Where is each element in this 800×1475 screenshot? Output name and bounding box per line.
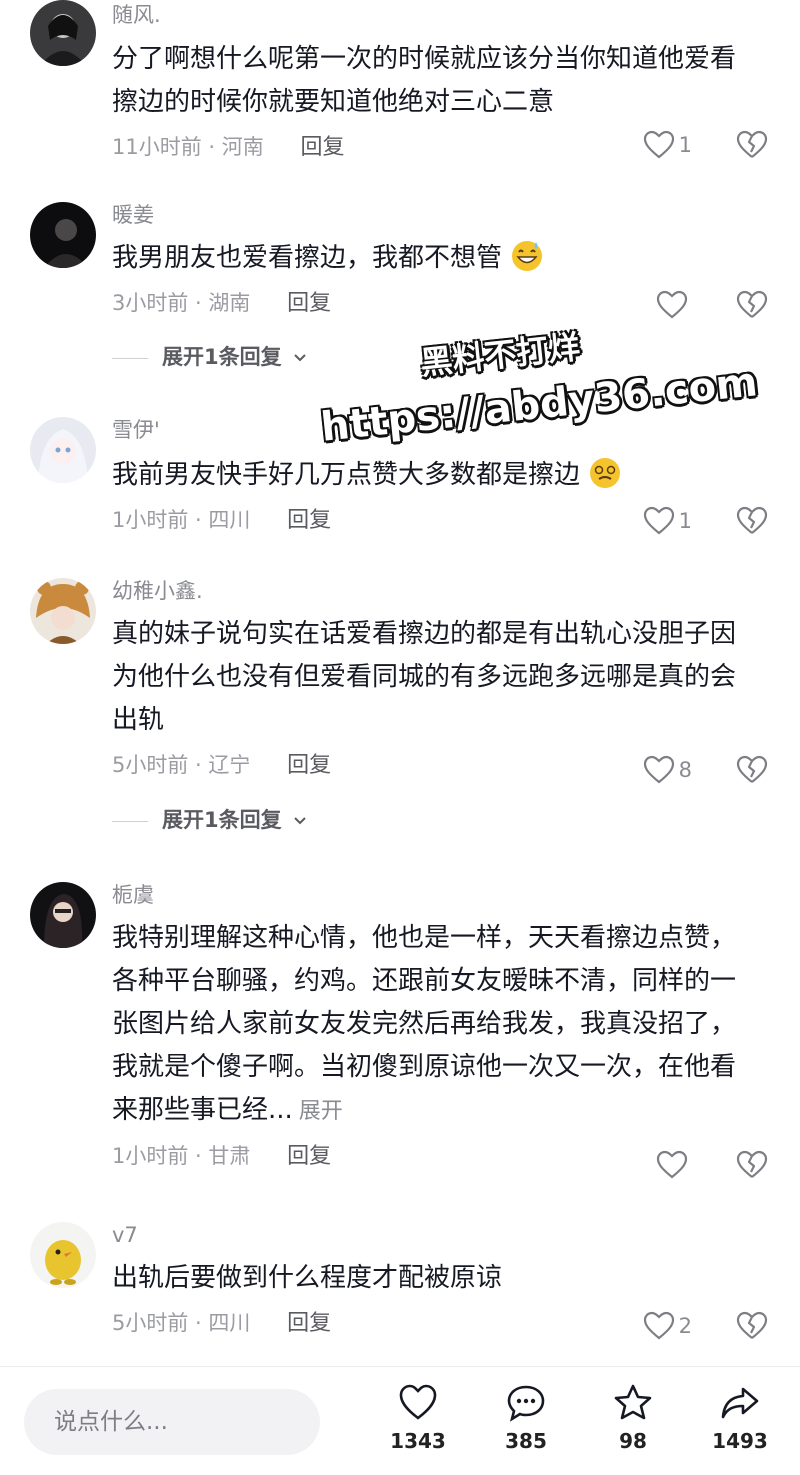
like-button[interactable]: 2 <box>643 1309 692 1343</box>
heart-icon <box>643 506 674 535</box>
heart-icon <box>643 755 674 784</box>
reply-button[interactable]: 回复 <box>300 135 344 160</box>
comment-username[interactable]: 暖姜 <box>112 202 760 228</box>
broken-heart-icon <box>736 1150 768 1178</box>
dislike-button[interactable] <box>736 1148 768 1182</box>
dislike-button[interactable] <box>736 1309 768 1343</box>
reply-button[interactable]: 回复 <box>287 1144 331 1169</box>
comment-time: 1小时前 · 甘肃 <box>112 1144 251 1168</box>
watermark-title: 黑料不打烊 <box>418 327 582 383</box>
broken-heart-icon <box>736 290 768 318</box>
share-count: 1493 <box>712 1429 768 1453</box>
favorite-count: 98 <box>619 1429 647 1453</box>
like-button[interactable]: 8 <box>643 753 692 787</box>
reply-button[interactable]: 回复 <box>287 753 331 778</box>
reply-button[interactable]: 回复 <box>287 1311 331 1336</box>
comment-text: 我前男友快手好几万点赞大多数都是擦边 <box>112 454 760 497</box>
share-button[interactable]: 1493 <box>700 1383 780 1453</box>
avatar[interactable] <box>30 578 96 644</box>
avatar[interactable] <box>30 202 96 268</box>
like-post-button[interactable]: 1343 <box>378 1383 458 1453</box>
avatar[interactable] <box>30 0 96 66</box>
divider <box>112 820 148 822</box>
reply-button[interactable]: 回复 <box>287 508 331 533</box>
expand-replies-button[interactable]: 展开1条回复 <box>112 342 307 372</box>
comment-count: 385 <box>505 1429 547 1453</box>
comment-time: 5小时前 · 辽宁 <box>112 753 251 777</box>
comment-text: 真的妹子说句实在话爱看擦边的都是有出轨心没胆子因为他什么也没有但爱看同城的有多远… <box>112 619 737 735</box>
comment-time: 11小时前 · 河南 <box>112 135 264 159</box>
chevron-down-icon <box>294 817 306 825</box>
heart-icon <box>643 130 674 159</box>
avatar[interactable] <box>30 417 96 483</box>
like-count: 1343 <box>390 1429 446 1453</box>
expand-replies-label: 展开1条回复 <box>162 808 282 832</box>
comment-button[interactable]: 385 <box>486 1383 566 1453</box>
comment-text: 我特别理解这种心情，他也是一样，天天看擦边点赞，各种平台聊骚，约鸡。还跟前女友暧… <box>112 917 760 1133</box>
broken-heart-icon <box>736 755 768 783</box>
dislike-button[interactable] <box>736 288 768 322</box>
heart-icon <box>656 290 688 319</box>
comment-time: 5小时前 · 四川 <box>112 1311 251 1335</box>
dislike-button[interactable] <box>736 504 768 538</box>
comment-text-content: 我男朋友也爱看擦边，我都不想管 <box>112 243 503 273</box>
comment-text-content: 我前男友快手好几万点赞大多数都是擦边 <box>112 460 581 490</box>
comment-text: 我男朋友也爱看擦边，我都不想管 <box>112 237 760 280</box>
like-count: 1 <box>678 509 692 533</box>
favorite-button[interactable]: 98 <box>593 1383 673 1453</box>
broken-heart-icon <box>736 130 768 158</box>
comment-text: 分了啊想什么呢第一次的时候就应该分当你知道他爱看擦边的时候你就要知道他绝对三心二… <box>112 44 737 117</box>
expand-text-button[interactable]: 展开 <box>299 1099 343 1124</box>
like-button[interactable]: 1 <box>643 128 692 162</box>
avatar[interactable] <box>30 882 96 948</box>
comment-username[interactable]: 雪伊' <box>112 417 760 443</box>
comment-username[interactable]: 栀虞 <box>112 882 760 908</box>
like-count: 2 <box>678 1314 692 1338</box>
star-icon <box>614 1384 652 1420</box>
dizzy-face-emoji-icon <box>590 458 621 488</box>
comment-bubble-icon <box>507 1385 545 1422</box>
comment-username[interactable]: v7 <box>112 1222 760 1248</box>
heart-icon <box>656 1150 688 1179</box>
like-count: 1 <box>678 133 692 157</box>
comment-input-placeholder: 说点什么... <box>54 1409 168 1435</box>
chevron-down-icon <box>294 354 306 362</box>
heart-icon <box>643 1311 674 1340</box>
sweat-smile-emoji-icon <box>512 241 543 271</box>
broken-heart-icon <box>736 506 768 534</box>
share-arrow-icon <box>721 1387 759 1419</box>
avatar[interactable] <box>30 1222 96 1288</box>
dislike-button[interactable] <box>736 753 768 787</box>
dislike-button[interactable] <box>736 128 768 162</box>
like-button[interactable] <box>656 288 692 322</box>
comment-input[interactable]: 说点什么... <box>24 1389 320 1455</box>
expand-replies-button[interactable]: 展开1条回复 <box>112 805 307 835</box>
comment-username[interactable]: 幼稚小鑫. <box>112 578 760 604</box>
like-button[interactable]: 1 <box>643 504 692 538</box>
like-count: 8 <box>678 758 692 782</box>
reply-button[interactable]: 回复 <box>287 291 331 316</box>
comment-text-content: 我特别理解这种心情，他也是一样，天天看擦边点赞，各种平台聊骚，约鸡。还跟前女友暧… <box>112 923 737 1125</box>
expand-replies-label: 展开1条回复 <box>162 345 282 369</box>
bottom-action-bar: 说点什么... 1343 385 98 1493 <box>0 1366 800 1475</box>
comment-username[interactable]: 随风. <box>112 2 760 28</box>
divider <box>112 357 148 359</box>
like-button[interactable] <box>656 1148 692 1182</box>
comment-time: 1小时前 · 四川 <box>112 508 251 532</box>
comment-text: 出轨后要做到什么程度才配被原谅 <box>112 1263 503 1293</box>
broken-heart-icon <box>736 1311 768 1339</box>
comment-time: 3小时前 · 湖南 <box>112 291 251 315</box>
heart-icon <box>399 1384 437 1420</box>
